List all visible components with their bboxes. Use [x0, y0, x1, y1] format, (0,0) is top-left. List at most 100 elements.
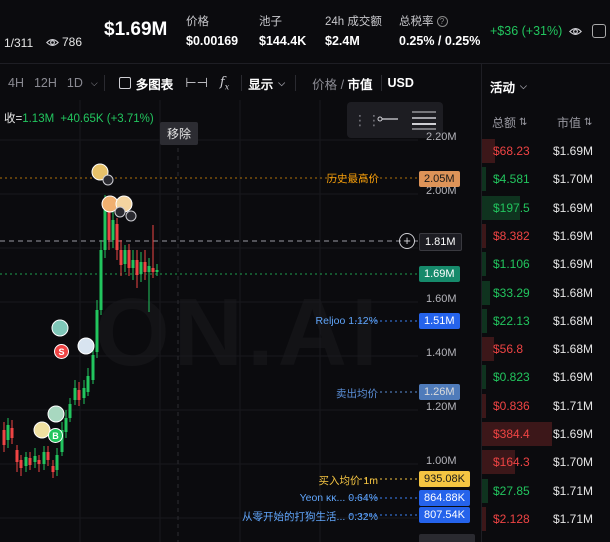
stat-tax: 总税率? 0.25% / 0.25% — [399, 13, 480, 48]
swap-icon: ⇅ — [519, 117, 528, 128]
timeframe-12h[interactable]: 12H — [34, 76, 57, 90]
col-mcap-label: 市值 — [557, 116, 582, 130]
activity-row[interactable]: $27.85 $1.71M — [482, 477, 610, 505]
col-header-mcap[interactable]: 市值 ⇅ — [557, 114, 592, 131]
zero-start-label: 从零开始的打狗生活... 0.32% — [242, 511, 378, 523]
stat-volume-value: $2.4M — [325, 34, 360, 48]
toggle-mcap[interactable]: 市值 — [348, 78, 373, 92]
horizontal-line-icon[interactable] — [377, 112, 399, 126]
buy-marker[interactable]: B — [48, 428, 63, 443]
axis-label-1-40m: 1.40M — [426, 347, 457, 359]
activity-amount: $0.823 — [493, 370, 530, 385]
volume-bar — [482, 365, 486, 390]
candle-body — [139, 262, 143, 274]
activity-mcap: $1.70M — [553, 455, 594, 470]
timeframe-4h[interactable]: 4H — [8, 76, 24, 90]
candle-body — [6, 425, 10, 440]
candlestick-canvas[interactable] — [0, 100, 480, 542]
activity-mcap: $1.69M — [553, 370, 594, 385]
candle-body — [37, 460, 41, 464]
swap-icon: ⇅ — [584, 117, 593, 128]
buy-avg-label: 买入均价 1m — [318, 475, 378, 487]
price-change-value: +$36 (+31%) — [490, 24, 563, 38]
activity-row[interactable]: $0.836 $1.71M — [482, 392, 610, 420]
buy-avg-tag: 935.08K — [419, 471, 470, 487]
multi-chart-label: 多图表 — [135, 77, 174, 92]
activity-amount: $1.106 — [493, 257, 530, 272]
col-header-amount[interactable]: 总额 ⇅ — [492, 114, 527, 131]
price-change: +$36 (+31%) — [490, 24, 583, 38]
divider — [103, 75, 105, 91]
activity-mcap: $1.69M — [553, 144, 594, 158]
activity-amount: $0.836 — [493, 398, 530, 413]
activity-panel: 活动 ⌵ 总额 ⇅ 市值 ⇅ $68.23 $1.69M $4.581 $1.70M $… — [481, 64, 610, 542]
eye-icon[interactable] — [569, 25, 583, 38]
sell-marker[interactable]: S — [54, 344, 69, 359]
display-dropdown[interactable]: 显示 ⌵ — [248, 74, 285, 93]
token-header: 1/311 786 $1.69M 价格 $0.00169 池子 $144.4K … — [0, 0, 610, 64]
activity-row[interactable]: $8.382 $1.69M — [482, 222, 610, 250]
add-alert-icon[interactable]: + — [399, 233, 415, 249]
activity-row[interactable]: $22.13 $1.68M — [482, 307, 610, 335]
activity-row[interactable]: $197.5 $1.69M — [482, 194, 610, 222]
expand-icon[interactable] — [592, 24, 606, 38]
activity-row[interactable]: $164.3 $1.70M — [482, 448, 610, 476]
display-label: 显示 — [248, 77, 274, 92]
activity-row[interactable]: $33.29 $1.68M — [482, 279, 610, 307]
market-cap-price: $1.69M — [104, 19, 168, 40]
candle-body — [143, 262, 147, 272]
view-count: 786 — [46, 35, 82, 49]
close-icon — [102, 174, 114, 186]
activity-row[interactable]: $2.128 $1.71M — [482, 505, 610, 533]
sell-avg-tag: 1.26M — [419, 384, 460, 400]
trader-avatar — [51, 319, 69, 337]
legend-change: +40.65K (+3.71%) — [60, 113, 154, 125]
activity-amount: $384.4 — [493, 427, 530, 441]
chevron-down-icon[interactable]: ⌵ — [91, 78, 98, 89]
candle-body — [111, 220, 115, 240]
candlestick-icon[interactable]: ⊢⊣ — [185, 75, 208, 91]
candle-body — [91, 355, 95, 380]
activity-row[interactable]: $384.4 $1.69M — [482, 420, 610, 448]
candle-body — [77, 390, 81, 400]
trader-avatar — [77, 337, 95, 355]
view-count-value: 786 — [62, 35, 83, 49]
candle-body — [33, 456, 37, 462]
candle-body — [155, 270, 159, 272]
line-width-icon[interactable] — [411, 108, 437, 132]
activity-row[interactable]: $1.106 $1.69M — [482, 250, 610, 278]
activity-row[interactable]: $4.581 $1.70M — [482, 165, 610, 193]
indicator-fx-icon[interactable]: fx — [220, 75, 229, 92]
tab-activity[interactable]: 活动 ⌵ — [490, 77, 527, 96]
close-icon — [114, 206, 126, 218]
close-icon — [125, 210, 137, 222]
candle-body — [55, 455, 59, 470]
activity-mcap: $1.68M — [553, 313, 594, 328]
activity-amount: $197.5 — [493, 200, 530, 215]
currency-dropdown[interactable]: USD — [388, 76, 414, 90]
cutoff-tag — [419, 534, 475, 542]
candle-body — [107, 210, 111, 240]
yeon-tag: 864.88K — [419, 490, 470, 506]
price-mcap-toggle[interactable]: 价格 / 市值 — [312, 74, 372, 93]
candle-body — [82, 388, 86, 398]
timeframe-1d[interactable]: 1D — [67, 76, 83, 90]
help-icon[interactable]: ? — [436, 15, 448, 27]
toggle-price[interactable]: 价格 — [312, 78, 337, 92]
candle-body — [151, 268, 155, 272]
candle-body — [115, 224, 119, 250]
ohlc-legend: 收=1.13M +40.65K (+3.71%) — [4, 110, 154, 126]
price-chart[interactable]: ON.AI 收=1.13M +40.65K (+3.71%) 移除 ⋮⋮ 2.2… — [0, 100, 480, 542]
chevron-down-icon: ⌵ — [278, 77, 286, 88]
candle-body — [95, 310, 99, 352]
activity-mcap: $1.68M — [553, 285, 594, 300]
candle-body — [147, 266, 151, 272]
multi-chart-button[interactable]: 多图表 — [111, 74, 174, 93]
candle-body — [73, 388, 77, 400]
activity-row[interactable]: $68.23 $1.69M — [482, 137, 610, 165]
activity-row[interactable]: $56.8 $1.68M — [482, 335, 610, 363]
reljoo-label: Reljoo 1.12% — [315, 315, 378, 327]
volume-bar — [482, 167, 486, 192]
candle-body — [42, 452, 46, 464]
activity-row[interactable]: $0.823 $1.69M — [482, 363, 610, 391]
